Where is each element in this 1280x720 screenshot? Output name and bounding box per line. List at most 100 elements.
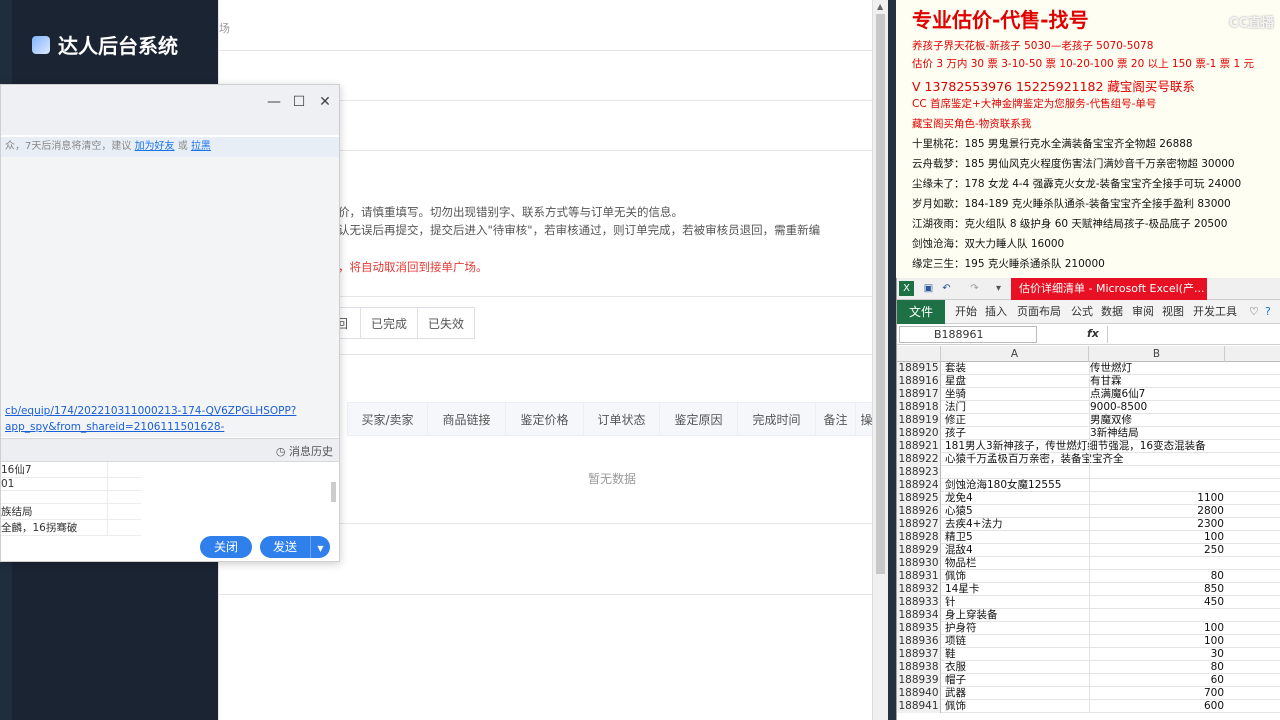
- row-number[interactable]: 188931: [897, 570, 941, 583]
- row-number[interactable]: 188922: [897, 453, 941, 466]
- cell-a[interactable]: 孩子: [945, 427, 1089, 440]
- table-row[interactable]: 188933 针 450: [897, 596, 1280, 609]
- table-row[interactable]: 188926 心猿5 2800: [897, 505, 1280, 518]
- collapse-ribbon-icon[interactable]: ♡: [1249, 300, 1259, 324]
- breadcrumb[interactable]: 场: [219, 20, 230, 36]
- cell-a[interactable]: 去疾4+法力: [945, 518, 1089, 531]
- cell-a[interactable]: 14星卡: [945, 583, 1089, 596]
- row-number[interactable]: 188936: [897, 635, 941, 648]
- cell-b[interactable]: 100: [1090, 622, 1224, 635]
- maximize-icon[interactable]: ☐: [290, 93, 308, 111]
- page-scrollbar[interactable]: ▲: [872, 0, 888, 720]
- table-row[interactable]: 188924 剑蚀沧海180女魔12555: [897, 479, 1280, 492]
- tab-insert[interactable]: 插入: [985, 300, 1007, 324]
- table-row[interactable]: 188938 衣服 80: [897, 661, 1280, 674]
- row-number[interactable]: 188915: [897, 362, 941, 375]
- row-number[interactable]: 188927: [897, 518, 941, 531]
- tab-data[interactable]: 数据: [1101, 300, 1123, 324]
- sheet-grid[interactable]: 188915 套装 传世燃灯 188916 星盘 有甘霖 188917 坐骑 点满魔6仙7 188…: [897, 362, 1280, 713]
- cell-a[interactable]: 坐骑: [945, 388, 1089, 401]
- cell-a[interactable]: 帽子: [945, 674, 1089, 687]
- row-number[interactable]: 188925: [897, 492, 941, 505]
- table-row[interactable]: 188923: [897, 466, 1280, 479]
- cell-a[interactable]: 星盘: [945, 375, 1089, 388]
- cell-a[interactable]: 身上穿装备: [945, 609, 1089, 622]
- table-row[interactable]: 188932 14星卡 850: [897, 583, 1280, 596]
- tab-home[interactable]: 开始: [955, 300, 977, 324]
- row-number[interactable]: 188935: [897, 622, 941, 635]
- redo-icon[interactable]: ↷: [967, 281, 982, 296]
- tab-review[interactable]: 审阅: [1132, 300, 1154, 324]
- editor-scrollbar[interactable]: [331, 482, 336, 502]
- tab-invalid[interactable]: 已失效: [417, 307, 475, 339]
- customize-icon[interactable]: ▾: [991, 281, 1006, 296]
- table-row[interactable]: 188918 法门 9000-8500: [897, 401, 1280, 414]
- cell-a[interactable]: 护身符: [945, 622, 1089, 635]
- cell-b[interactable]: 1100: [1090, 492, 1224, 505]
- cell-a[interactable]: 精卫5: [945, 531, 1089, 544]
- row-number[interactable]: 188941: [897, 700, 941, 713]
- minimize-icon[interactable]: —: [265, 93, 283, 111]
- cell-b[interactable]: 3新神结局: [1090, 427, 1224, 440]
- cell-a[interactable]: 龙免4: [945, 492, 1089, 505]
- cell-a[interactable]: 修正: [945, 414, 1089, 427]
- close-icon[interactable]: ✕: [316, 93, 334, 111]
- table-row[interactable]: 188936 项链 100: [897, 635, 1280, 648]
- cell-a[interactable]: 佩饰: [945, 700, 1089, 713]
- chat-titlebar[interactable]: — ☐ ✕: [1, 85, 339, 135]
- cell-b[interactable]: 100: [1090, 531, 1224, 544]
- row-number[interactable]: 188938: [897, 661, 941, 674]
- history-button[interactable]: ◷ 消息历史: [276, 443, 333, 459]
- row-number[interactable]: 188940: [897, 687, 941, 700]
- cell-a[interactable]: 物品栏: [945, 557, 1089, 570]
- help-icon[interactable]: ?: [1265, 300, 1271, 324]
- table-row[interactable]: 188927 去疾4+法力 2300: [897, 518, 1280, 531]
- cell-a[interactable]: 法门: [945, 401, 1089, 414]
- table-row[interactable]: 188915 套装 传世燃灯: [897, 362, 1280, 375]
- cell-a[interactable]: 套装: [945, 362, 1089, 375]
- row-number[interactable]: 188928: [897, 531, 941, 544]
- select-all-corner[interactable]: [897, 346, 941, 362]
- row-number[interactable]: 188920: [897, 427, 941, 440]
- row-number[interactable]: 188924: [897, 479, 941, 492]
- row-number[interactable]: 188926: [897, 505, 941, 518]
- cell-a[interactable]: 项链: [945, 635, 1089, 648]
- row-number[interactable]: 188916: [897, 375, 941, 388]
- tab-formulas[interactable]: 公式: [1071, 300, 1093, 324]
- cell-b[interactable]: 有甘霖: [1090, 375, 1224, 388]
- close-button[interactable]: 关闭: [200, 536, 252, 558]
- save-icon[interactable]: ▣: [921, 281, 936, 296]
- table-row[interactable]: 188939 帽子 60: [897, 674, 1280, 687]
- cell-b[interactable]: 2300: [1090, 518, 1224, 531]
- table-row[interactable]: 188928 精卫5 100: [897, 531, 1280, 544]
- cell-b[interactable]: 传世燃灯: [1090, 362, 1224, 375]
- name-box[interactable]: B188961: [899, 326, 1037, 343]
- table-row[interactable]: 188921 181男人3新神孩子，传世燃灯细节强混，16变态混装备: [897, 440, 1280, 453]
- cell-a[interactable]: 衣服: [945, 661, 1089, 674]
- row-number[interactable]: 188939: [897, 674, 941, 687]
- row-number[interactable]: 188930: [897, 557, 941, 570]
- formula-input[interactable]: [1107, 326, 1279, 343]
- cell-b[interactable]: 9000-8500: [1090, 401, 1224, 414]
- table-row[interactable]: 188937 鞋 30: [897, 648, 1280, 661]
- cell-b[interactable]: 450: [1090, 596, 1224, 609]
- cell-a[interactable]: 混敌4: [945, 544, 1089, 557]
- undo-icon[interactable]: ↶: [939, 281, 954, 296]
- table-row[interactable]: 188940 武器 700: [897, 687, 1280, 700]
- fx-icon[interactable]: fx: [1087, 327, 1099, 340]
- scroll-thumb[interactable]: [876, 14, 885, 574]
- row-number[interactable]: 188917: [897, 388, 941, 401]
- table-row[interactable]: 188935 护身符 100: [897, 622, 1280, 635]
- cell-b[interactable]: 男魔双修: [1090, 414, 1224, 427]
- table-row[interactable]: 188920 孩子 3新神结局: [897, 427, 1280, 440]
- row-number[interactable]: 188919: [897, 414, 941, 427]
- cell-b[interactable]: 700: [1090, 687, 1224, 700]
- row-number[interactable]: 188918: [897, 401, 941, 414]
- cell-a[interactable]: 心猿5: [945, 505, 1089, 518]
- cell-a[interactable]: 剑蚀沧海180女魔12555: [945, 479, 1089, 492]
- file-tab[interactable]: 文件: [897, 300, 945, 324]
- row-number[interactable]: 188933: [897, 596, 941, 609]
- table-row[interactable]: 188922 心猿千万孟极百万亲密，装备宝宝齐全: [897, 453, 1280, 466]
- table-row[interactable]: 188917 坐骑 点满魔6仙7: [897, 388, 1280, 401]
- table-row[interactable]: 188930 物品栏: [897, 557, 1280, 570]
